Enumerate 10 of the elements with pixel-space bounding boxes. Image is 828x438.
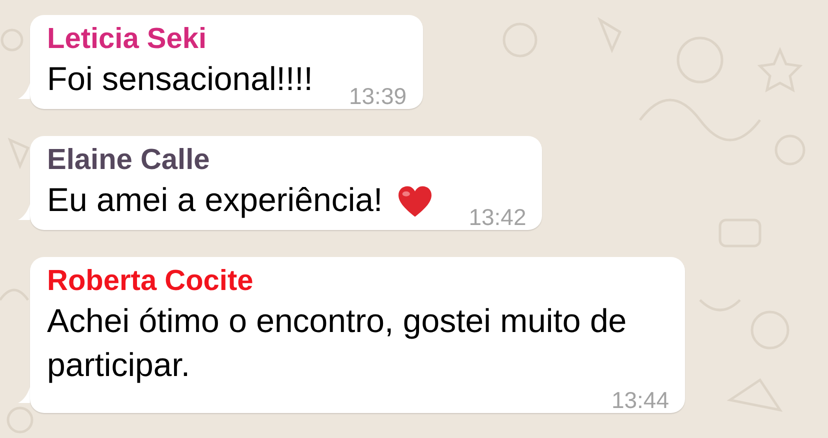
message-text: Foi sensacional!!!! <box>47 59 313 99</box>
message-time: 13:39 <box>348 83 407 109</box>
sender-name: Roberta Cocite <box>47 264 254 299</box>
heart-icon <box>396 185 433 218</box>
sender-name: Leticia Seki <box>47 22 207 57</box>
message-text: Achei ótimo o encontro, gostei muito de participar. <box>47 301 628 385</box>
message-time: 13:44 <box>610 387 669 413</box>
message-time: 13:42 <box>468 204 526 230</box>
message-text: Eu amei a experiência! <box>47 180 383 220</box>
sender-name: Elaine Calle <box>47 143 210 178</box>
